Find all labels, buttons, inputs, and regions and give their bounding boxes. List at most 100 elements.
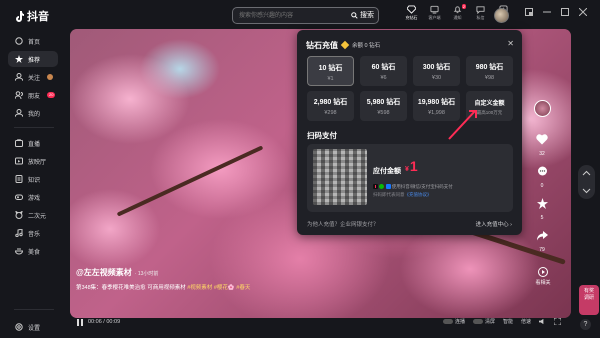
sidebar-item-label: 推荐	[28, 57, 41, 64]
speed-button[interactable]: 倍速	[521, 318, 531, 325]
playback-time: 00:06 / 00:09	[88, 319, 121, 325]
sidebar-item-follow[interactable]: 关注	[8, 69, 58, 85]
message-icon	[476, 6, 485, 14]
related-label: 看相关	[535, 280, 551, 286]
sidebar-item-label: 二次元	[28, 213, 47, 220]
home-icon	[15, 37, 23, 45]
option-amount: 60 钻石	[371, 64, 396, 71]
sidebar-item-recommend[interactable]: 推荐	[8, 51, 58, 67]
video-tag[interactable]: #樱花🌸	[214, 285, 235, 291]
share-count: 79	[539, 247, 545, 253]
pause-icon[interactable]	[76, 318, 84, 327]
author-name[interactable]: @左左视频素材	[76, 268, 132, 277]
share-button[interactable]: 79	[532, 228, 552, 253]
friends-badge: 20	[47, 92, 56, 98]
recharge-option[interactable]: 300 钻石 ¥30	[413, 56, 460, 86]
sidebar-item-label: 首页	[28, 39, 41, 46]
recharge-option[interactable]: 5,980 钻石 ¥598	[360, 91, 407, 121]
other-pay-link[interactable]: 为他人充值？企业网银支付？	[307, 220, 379, 228]
like-button[interactable]: 32	[532, 132, 552, 157]
agreement-link[interactable]: 《充值协议》	[405, 192, 432, 197]
sidebar-item-friends[interactable]: 朋友 20	[8, 87, 58, 103]
sidebar-item-label: 设置	[28, 325, 41, 332]
game-icon	[15, 194, 23, 200]
sidebar-item-settings[interactable]: 设置	[8, 319, 58, 335]
minimize-icon[interactable]	[543, 8, 551, 16]
recharge-popup: 钻石充值 余额 0 钻石 ✕ 10 钻石 ¥1 60 钻石 ¥6 300 钻石 …	[297, 30, 522, 235]
video-controls: 00:06 / 00:09 连播 清屏 智能 倍速	[70, 318, 571, 330]
bell-icon	[453, 6, 462, 14]
option-amount: 980 钻石	[475, 64, 504, 71]
pay-box: 应付金额 ¥1 使用抖音/微信/支付宝扫码支付 扫码即代表同意《充值协议》	[307, 144, 513, 212]
recharge-option[interactable]: 60 钻石 ¥6	[360, 56, 407, 86]
anime-icon	[15, 211, 23, 219]
cinema-icon	[15, 157, 23, 165]
maximize-icon[interactable]	[561, 8, 569, 16]
client-icon	[430, 5, 439, 14]
message-button[interactable]: 私信	[469, 5, 492, 21]
video-author[interactable]: @左左视频素材 · 13小时前	[76, 267, 250, 278]
douyin-pay-icon	[373, 184, 378, 190]
related-button[interactable]: 看相关	[534, 267, 552, 286]
sidebar-item-cinema[interactable]: 放映厅	[8, 153, 58, 169]
fullscreen-icon[interactable]	[554, 318, 561, 325]
client-button[interactable]: 客户端	[423, 5, 446, 21]
top-icon-label: 私信	[476, 15, 485, 20]
comment-button[interactable]: 0	[532, 164, 552, 189]
top-bar: 抖音 搜索 充钻石 客户端 2 通知	[0, 0, 600, 28]
sidebar-item-label: 关注	[28, 75, 41, 82]
amount-number: 1	[409, 158, 418, 174]
favorite-button[interactable]: 5	[532, 196, 552, 221]
sidebar-item-label: 美食	[28, 249, 41, 256]
sidebar-item-label: 我的	[28, 111, 41, 118]
recharge-option[interactable]: 2,980 钻石 ¥298	[307, 91, 354, 121]
notification-button[interactable]: 2 通知	[446, 4, 469, 21]
chevron-up-icon[interactable]	[582, 170, 591, 177]
close-icon[interactable]	[579, 8, 587, 16]
sidebar-divider	[14, 309, 54, 310]
sidebar: 首页 推荐 关注 朋友 20 我的 直播 放映厅 知识 游戏 二次元 音乐 美食…	[0, 28, 66, 338]
sidebar-item-live[interactable]: 直播	[8, 135, 58, 151]
sidebar-item-music[interactable]: 音乐	[8, 225, 58, 241]
clear-screen-toggle[interactable]: 清屏	[472, 318, 495, 325]
survey-label: 有奖 调研	[583, 288, 594, 301]
friends-icon	[15, 91, 23, 99]
sidebar-item-knowledge[interactable]: 知识	[8, 171, 58, 187]
author-avatar[interactable]	[534, 100, 551, 117]
option-amount: 2,980 钻石	[313, 99, 348, 106]
sidebar-item-anime[interactable]: 二次元	[8, 207, 58, 223]
user-avatar[interactable]	[494, 8, 509, 23]
recharge-option[interactable]: 10 钻石 ¥1	[307, 56, 354, 86]
search-input[interactable]	[239, 8, 339, 23]
comment-icon	[537, 166, 547, 176]
video-tag[interactable]: #视频素材	[187, 285, 212, 291]
video-desc-text: 第348集：春季樱花唯美治愈 可商用视频素材	[76, 285, 188, 291]
sidebar-item-food[interactable]: 美食	[8, 243, 58, 259]
volume-icon[interactable]	[539, 318, 546, 325]
survey-button[interactable]: 有奖 调研	[579, 285, 599, 315]
autoplay-toggle[interactable]: 连播	[442, 318, 465, 325]
action-column: 32 0 5 79	[532, 132, 552, 260]
recommend-icon	[15, 55, 23, 63]
sidebar-item-mine[interactable]: 我的	[8, 105, 58, 121]
quality-button[interactable]: 智能	[503, 318, 513, 325]
sidebar-item-game[interactable]: 游戏	[8, 189, 58, 205]
pip-icon[interactable]	[525, 8, 533, 16]
chevron-down-icon[interactable]	[582, 187, 591, 194]
qr-code-pattern	[313, 149, 367, 205]
diamond-icon	[340, 40, 350, 50]
video-tag[interactable]: #春天	[236, 285, 250, 291]
close-icon[interactable]: ✕	[507, 39, 514, 48]
diamond-icon	[407, 5, 416, 14]
top-icon-label: 通知	[453, 15, 462, 20]
help-button[interactable]: ?	[580, 319, 591, 330]
alipay-icon	[385, 184, 391, 190]
recharge-option[interactable]: 980 钻石 ¥98	[466, 56, 513, 86]
app-logo[interactable]: 抖音	[15, 8, 49, 24]
search-button[interactable]: 搜索	[351, 10, 374, 20]
recharge-diamond-button[interactable]: 充钻石	[400, 5, 423, 21]
video-info: @左左视频素材 · 13小时前 第348集：春季樱花唯美治愈 可商用视频素材 #视…	[76, 267, 250, 291]
recharge-center-link[interactable]: 进入充值中心 ›	[476, 220, 512, 228]
sidebar-item-home[interactable]: 首页	[8, 33, 58, 49]
balance-text: 余额 0 钻石	[352, 43, 381, 49]
